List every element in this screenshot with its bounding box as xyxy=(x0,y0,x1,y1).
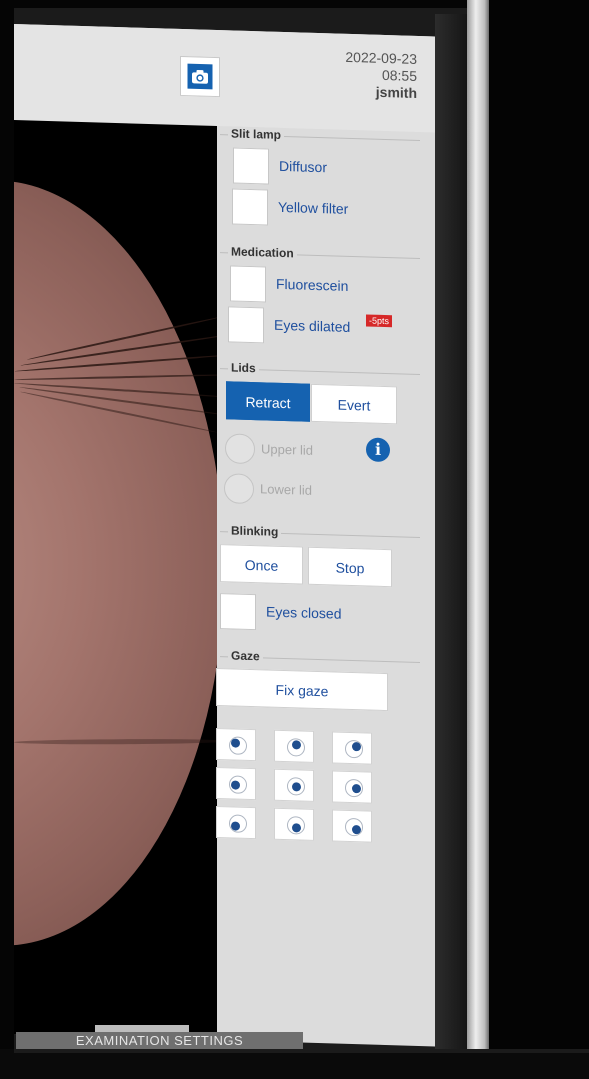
penalty-badge: -5pts xyxy=(366,314,393,328)
section-gaze: Gaze xyxy=(220,648,420,668)
examination-settings-tab[interactable]: EXAMINATION SETTINGS xyxy=(16,1032,303,1049)
eye-icon xyxy=(287,738,305,757)
diffusor-checkbox[interactable] xyxy=(233,147,269,185)
scene-background: 2022-09-23 08:55 jsmith Slit lamp Diffus… xyxy=(0,0,589,1053)
yellow-filter-checkbox[interactable] xyxy=(232,188,268,226)
gaze-button-up-right[interactable] xyxy=(332,731,372,765)
info-icon[interactable]: i xyxy=(366,437,390,463)
gaze-button-down-right[interactable] xyxy=(332,809,372,843)
top-bar: 2022-09-23 08:55 jsmith xyxy=(14,24,435,133)
lower-lid-label: Lower lid xyxy=(260,481,313,498)
upper-lid-radio-row[interactable]: Upper lid xyxy=(225,433,375,467)
section-medication: Medication xyxy=(220,244,420,264)
eyelash xyxy=(14,354,217,373)
eyes-dilated-label: Eyes dilated xyxy=(274,316,351,335)
eyes-closed-checkbox-row[interactable]: Eyes closed xyxy=(220,593,410,635)
eye-image xyxy=(14,173,217,953)
fluorescein-label: Fluorescein xyxy=(276,275,349,294)
eye-icon xyxy=(287,777,305,796)
blink-stop-button[interactable]: Stop xyxy=(308,546,392,588)
eyes-closed-label: Eyes closed xyxy=(266,603,342,622)
date-label: 2022-09-23 xyxy=(345,48,417,67)
diffusor-label: Diffusor xyxy=(279,157,327,176)
eyes-closed-checkbox[interactable] xyxy=(220,593,256,631)
username-label: jsmith xyxy=(375,83,417,101)
eye-icon xyxy=(345,817,363,837)
gaze-button-right[interactable] xyxy=(332,770,372,804)
section-lids: Lids xyxy=(220,360,420,380)
fluorescein-checkbox[interactable] xyxy=(230,265,266,303)
section-title: Slit lamp xyxy=(228,126,285,143)
eye-icon xyxy=(229,736,247,755)
gaze-button-center[interactable] xyxy=(274,768,314,802)
screen: 2022-09-23 08:55 jsmith Slit lamp Diffus… xyxy=(14,24,534,1079)
gaze-button-up[interactable] xyxy=(274,729,314,763)
tab-handle[interactable] xyxy=(95,1025,189,1032)
diffusor-checkbox-row[interactable]: Diffusor xyxy=(233,147,423,189)
gaze-button-down[interactable] xyxy=(274,807,314,841)
eye-icon xyxy=(345,778,363,798)
eyelid-crease xyxy=(14,738,217,745)
fluorescein-checkbox-row[interactable]: Fluorescein xyxy=(230,265,420,307)
gaze-button-left[interactable] xyxy=(216,766,256,801)
settings-panel: Slit lamp Diffusor Yellow filter Medicat… xyxy=(216,126,425,1046)
section-title: Lids xyxy=(228,360,259,376)
eyes-dilated-checkbox-row[interactable]: Eyes dilated -5pts xyxy=(228,306,418,348)
evert-button[interactable]: Evert xyxy=(311,383,397,425)
eye-viewer[interactable] xyxy=(14,120,217,1041)
eye-icon xyxy=(229,775,247,794)
app-window: 2022-09-23 08:55 jsmith Slit lamp Diffus… xyxy=(14,24,435,1047)
section-title: Medication xyxy=(228,244,297,261)
time-label: 08:55 xyxy=(381,66,417,84)
gaze-button-down-left[interactable] xyxy=(216,805,256,840)
upper-lid-radio[interactable] xyxy=(225,433,255,465)
camera-button[interactable] xyxy=(180,55,220,98)
lower-lid-radio[interactable] xyxy=(224,473,254,505)
retract-button[interactable]: Retract xyxy=(226,381,310,422)
eyes-dilated-checkbox[interactable] xyxy=(228,306,264,344)
eyelash xyxy=(26,315,217,361)
lower-lid-radio-row[interactable]: Lower lid xyxy=(224,473,374,507)
camera-icon xyxy=(187,63,213,90)
eyelash xyxy=(14,373,217,381)
eye-icon xyxy=(345,739,363,759)
gaze-button-up-left[interactable] xyxy=(216,727,256,762)
upper-lid-label: Upper lid xyxy=(261,441,314,458)
blink-once-button[interactable]: Once xyxy=(220,544,303,585)
eyelash xyxy=(20,390,217,434)
eye-icon xyxy=(229,814,247,833)
eye-icon xyxy=(287,816,305,835)
section-title: Blinking xyxy=(228,523,282,539)
section-title: Gaze xyxy=(228,648,263,664)
section-blinking: Blinking xyxy=(220,523,420,543)
yellow-filter-checkbox-row[interactable]: Yellow filter xyxy=(232,188,422,230)
yellow-filter-label: Yellow filter xyxy=(278,198,349,217)
fix-gaze-button[interactable]: Fix gaze xyxy=(216,667,388,712)
